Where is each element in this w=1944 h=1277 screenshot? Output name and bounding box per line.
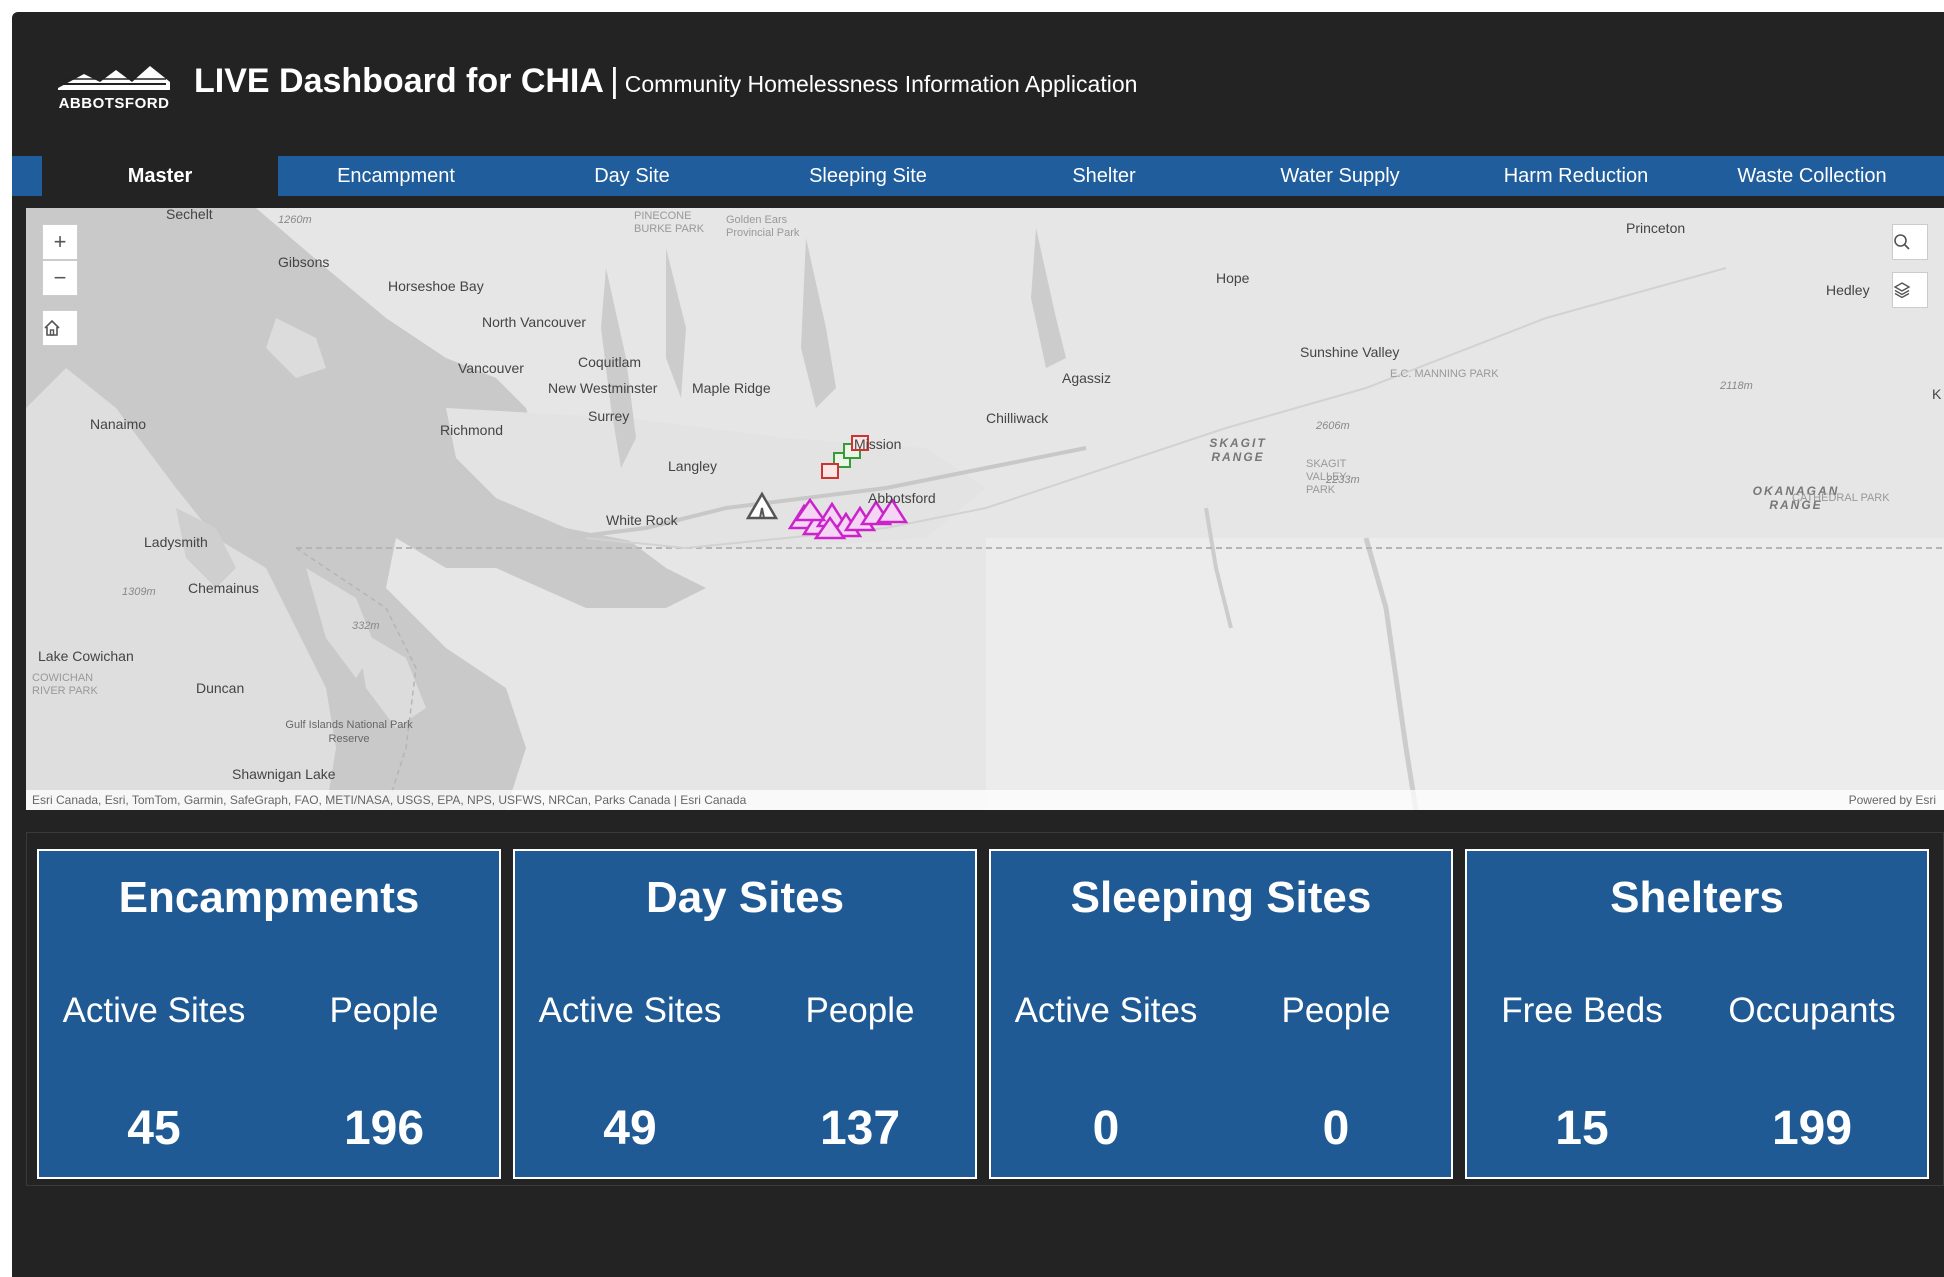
tab-day-site[interactable]: Day Site [514,156,750,196]
park-pinecone-burke: PINECONE BURKE PARK [634,210,705,235]
map-attribution: Esri Canada, Esri, TomTom, Garmin, SafeG… [26,790,1944,810]
layers-button[interactable] [1892,272,1928,308]
card-title: Shelters [1610,873,1784,922]
home-icon [44,319,60,336]
zoom-out-button[interactable]: − [42,260,78,296]
card-title: Sleeping Sites [1070,873,1372,922]
metric-value-free-beds: 15 [1555,1102,1609,1155]
tab-harm-reduction[interactable]: Harm Reduction [1458,156,1694,196]
metric-label-active-sites: Active Sites [538,991,722,1030]
metric-value-active-sites: 49 [603,1102,657,1155]
place-north-vancouver: North Vancouver [482,314,587,330]
place-princeton: Princeton [1626,220,1686,236]
place-sunshine-valley: Sunshine Valley [1300,344,1400,360]
place-maple-ridge: Maple Ridge [692,380,771,396]
place-surrey: Surrey [588,408,630,424]
header: ABBOTSFORD LIVE Dashboard for CHIA | Commu… [12,12,1944,156]
place-agassiz: Agassiz [1062,370,1112,386]
place-gibsons: Gibsons [278,254,330,270]
place-ladysmith: Ladysmith [144,534,208,550]
place-new-westminster: New Westminster [548,380,658,396]
tab-waste-collection[interactable]: Waste Collection [1694,156,1930,196]
card-shelters: Shelters Free Beds Occupants 15 199 [1465,849,1929,1179]
place-white-rock: White Rock [606,512,678,528]
metric-value-occupants: 199 [1771,1102,1853,1155]
place-lake-cowichan: Lake Cowichan [38,648,134,664]
page-subtitle: Community Homelessness Information Appli… [624,71,1138,97]
tab-shelter[interactable]: Shelter [986,156,1222,196]
park-cowichan: COWICHAN RIVER PARK [32,672,98,697]
metric-value-active-sites: 0 [1092,1102,1120,1155]
place-horseshoe-bay: Horseshoe Bay [388,278,484,294]
page-title: LIVE Dashboard for CHIA | Community Homele… [194,62,1137,101]
zoom-in-button[interactable]: + [42,224,78,260]
place-shawnigan-lake: Shawnigan Lake [232,766,336,782]
card-title: Encampments [118,873,420,922]
elev-2118: 2118m [1720,380,1753,392]
elev-2606: 2606m [1316,420,1350,432]
tab-water-supply[interactable]: Water Supply [1222,156,1458,196]
abbotsford-logo: ABBOTSFORD [54,60,174,112]
park-golden-ears: Golden Ears Provincial Park [726,214,800,239]
metric-value-active-sites: 45 [127,1102,181,1155]
map-view[interactable]: Sechelt 1260m Gibsons Horseshoe Bay Nort… [26,208,1944,810]
metric-label-active-sites: Active Sites [62,991,246,1030]
park-manning: E.C. MANNING PARK [1390,368,1499,380]
place-mission: Mission [854,436,902,452]
card-encampments: Encampments Active Sites People 45 196 [37,849,501,1179]
place-langley: Langley [668,458,718,474]
place-hope: Hope [1216,270,1250,286]
card-sleeping-sites: Sleeping Sites Active Sites People 0 0 [989,849,1453,1179]
tab-sleeping-site[interactable]: Sleeping Site [750,156,986,196]
elev-1309: 1309m [122,586,156,598]
place-chilliwack: Chilliwack [986,410,1049,426]
place-abbotsford: Abbotsford [868,490,936,506]
elev-2233: 2233m [1326,474,1360,486]
card-title: Day Sites [645,873,845,922]
map-search-button[interactable] [1892,224,1928,260]
place-nanaimo: Nanaimo [90,416,147,432]
metric-label-people: People [1281,991,1391,1030]
metric-label-occupants: Occupants [1728,991,1896,1030]
tab-bar: Master Encampment Day Site Sleeping Site… [12,156,1944,196]
title-main: LIVE Dashboard for CHIA [194,62,604,100]
attribution-text: Esri Canada, Esri, TomTom, Garmin, SafeG… [32,793,747,807]
place-richmond: Richmond [440,422,504,438]
tab-master[interactable]: Master [42,156,278,196]
metric-label-people: People [805,991,915,1030]
search-icon [1894,234,1910,250]
park-gulf-islands: Gulf Islands National Park Reserve [285,719,413,745]
metric-value-people: 137 [819,1102,901,1155]
elev-1260: 1260m [278,214,312,226]
home-button[interactable] [42,310,78,346]
park-cathedral: CATHEDRAL PARK [1792,492,1890,504]
metric-label-active-sites: Active Sites [1014,991,1198,1030]
metric-label-free-beds: Free Beds [1501,991,1663,1030]
layers-icon [1893,282,1911,299]
place-edge-k: K [1932,386,1942,402]
place-duncan: Duncan [196,680,245,696]
title-separator: | [609,62,619,100]
stats-panel: Encampments Active Sites People 45 196 D… [26,832,1944,1186]
place-chemainus: Chemainus [188,580,259,596]
place-vancouver: Vancouver [458,360,524,376]
place-sechelt: Sechelt [166,208,213,222]
powered-by-esri-link[interactable]: Powered by Esri [1849,790,1936,810]
metric-value-people: 0 [1322,1102,1350,1155]
place-hedley: Hedley [1826,282,1870,298]
metric-value-people: 196 [343,1102,425,1155]
tab-bar-edge [12,156,42,196]
range-skagit: SKAGIT RANGE [1209,436,1267,464]
elev-332: 332m [352,620,380,632]
tab-encampment[interactable]: Encampment [278,156,514,196]
place-coquitlam: Coquitlam [578,354,642,370]
dashboard-app: ABBOTSFORD LIVE Dashboard for CHIA | Commu… [12,12,1944,1277]
card-day-sites: Day Sites Active Sites People 49 137 [513,849,977,1179]
metric-label-people: People [329,991,439,1030]
logo-text: ABBOTSFORD [58,95,170,112]
